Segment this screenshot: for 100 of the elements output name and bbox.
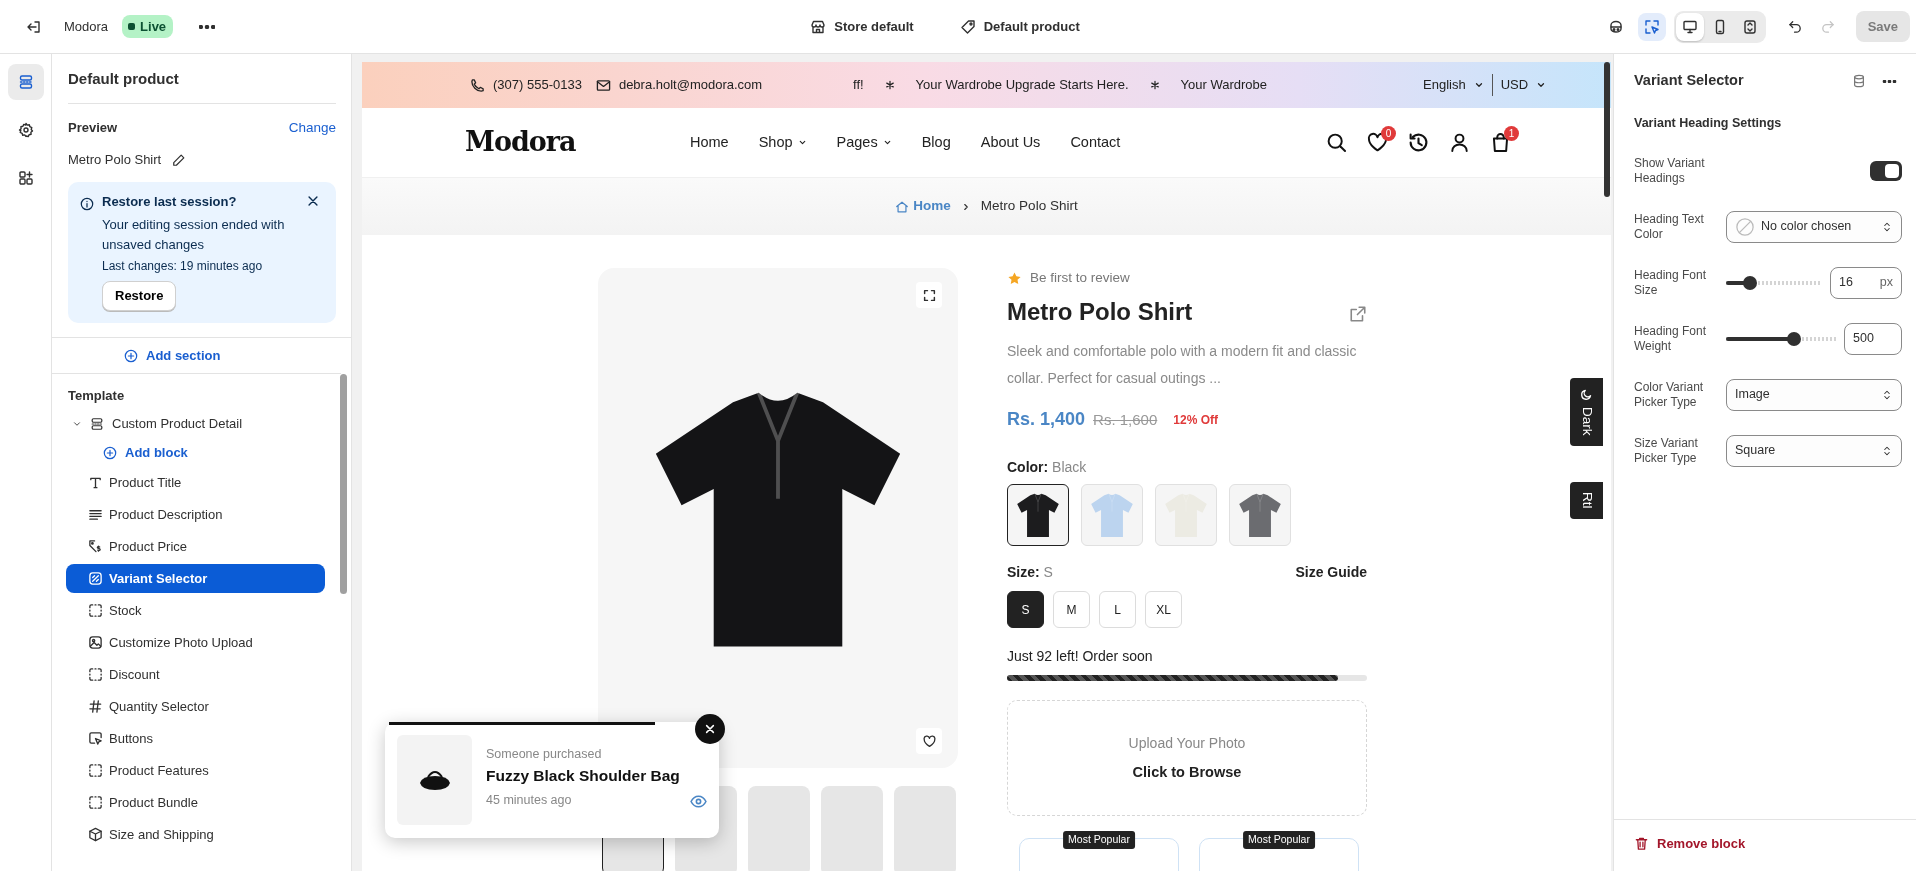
block-item[interactable]: Product Title: [66, 467, 325, 497]
restore-button[interactable]: Restore: [102, 281, 177, 311]
block-item[interactable]: Variant Selector: [66, 563, 325, 593]
block-item[interactable]: Customize Photo Upload: [66, 627, 325, 657]
user-icon[interactable]: [1449, 132, 1470, 153]
chevron-updown-icon: [1881, 220, 1893, 233]
settings-icon: [17, 122, 34, 138]
tag-icon: [959, 18, 976, 35]
add-section-link[interactable]: Add section: [52, 337, 221, 374]
moon-icon: [1580, 388, 1593, 401]
block-item[interactable]: Product Features: [66, 755, 325, 785]
nav-link[interactable]: Blog: [921, 131, 951, 154]
size-option[interactable]: S: [1007, 591, 1044, 629]
currency-select[interactable]: USD: [1500, 75, 1547, 95]
language-select[interactable]: English: [1423, 75, 1484, 95]
nav-link[interactable]: Home: [690, 131, 729, 154]
wishlist-button[interactable]: [916, 728, 942, 754]
nav-link[interactable]: About Us: [980, 131, 1041, 154]
panel-title: Default product: [68, 68, 336, 104]
close-icon: [704, 723, 716, 735]
side-tab[interactable]: Dark: [1570, 378, 1603, 446]
remove-block-link[interactable]: Remove block: [1634, 833, 1746, 853]
toggle-switch[interactable]: [1870, 160, 1902, 181]
chevron-down-icon: [1536, 80, 1547, 90]
inspector-tool-button[interactable]: [1637, 12, 1666, 41]
setting-label: Heading Text Color: [1634, 211, 1705, 242]
desktop-icon: [1681, 18, 1698, 35]
phone-number: (307) 555-0133: [493, 76, 582, 95]
popular-badge: Most Popular: [1243, 831, 1315, 849]
breadcrumb-link[interactable]: Home: [895, 196, 951, 217]
block-item[interactable]: Product Description: [66, 499, 325, 529]
number-field[interactable]: 500: [1844, 322, 1902, 355]
heart-icon[interactable]: [1367, 132, 1388, 153]
block-item[interactable]: Size and Shipping: [66, 819, 325, 849]
slider-track[interactable]: [1726, 330, 1836, 347]
notice-detail: Last changes: 19 minutes ago: [102, 258, 264, 276]
home-icon: [895, 199, 910, 214]
bag-icon[interactable]: [1490, 132, 1511, 153]
block-item[interactable]: Discount: [66, 659, 325, 689]
color-picker[interactable]: No color chosen: [1726, 210, 1902, 243]
section-label: Template: [67, 387, 126, 406]
slider-track[interactable]: [1726, 274, 1822, 291]
color-swatch[interactable]: [1007, 484, 1069, 547]
template-link[interactable]: Default product: [959, 16, 1080, 37]
size-option[interactable]: L: [1099, 591, 1136, 629]
cart-count: 1: [1504, 126, 1519, 141]
no-color-icon: [1735, 216, 1755, 237]
search-icon[interactable]: [1326, 132, 1347, 153]
info-icon: [80, 197, 94, 212]
email-address: debra.holt@modora.com: [618, 76, 763, 95]
change-link[interactable]: Change: [288, 117, 336, 138]
eye-icon[interactable]: [690, 793, 707, 811]
block-item[interactable]: Stock: [66, 595, 325, 625]
nav-link[interactable]: Pages: [836, 131, 892, 154]
setting-label: Heading Font Size: [1634, 267, 1708, 298]
mask-icon: [1607, 18, 1624, 35]
add-block-link[interactable]: Add block: [52, 437, 188, 468]
store-logo: Modora: [465, 125, 577, 160]
bag-drawing: [417, 769, 452, 791]
block-item[interactable]: Buttons: [66, 723, 325, 753]
stock-message: Just 92 left! Order soon: [1007, 647, 1154, 667]
product-price: Rs. 1,400: [1007, 408, 1086, 432]
size-option[interactable]: XL: [1145, 591, 1182, 629]
redo-icon: [1820, 19, 1836, 34]
expand-icon: [922, 288, 936, 302]
number-field[interactable]: 16 px: [1830, 266, 1902, 299]
history-icon[interactable]: [1408, 132, 1429, 153]
setting-label: Show Variant Headings: [1634, 155, 1706, 186]
share-icon[interactable]: [1349, 305, 1367, 324]
notice-title: Restore last session?: [102, 192, 238, 211]
block-item[interactable]: Product Bundle: [66, 787, 325, 817]
scrollbar-thumb[interactable]: [1604, 62, 1610, 197]
variant-icon: [88, 570, 103, 586]
storefront-icon: [810, 18, 827, 35]
pencil-icon: [172, 152, 187, 167]
chevron-updown-icon: [1881, 388, 1893, 401]
size-guide-link[interactable]: Size Guide: [1295, 562, 1367, 584]
nav-link[interactable]: Contact: [1070, 131, 1121, 154]
block-item[interactable]: Quantity Selector: [66, 691, 325, 721]
star-icon: [1007, 270, 1022, 286]
size-option[interactable]: M: [1053, 591, 1090, 629]
fullscreen-icon: [1741, 18, 1758, 35]
template-link[interactable]: Store default: [810, 16, 914, 37]
view-mode-button[interactable]: [1675, 12, 1704, 41]
upload-area[interactable]: Upload Your Photo Click to Browse: [1007, 700, 1367, 817]
nav-link[interactable]: Shop: [758, 131, 807, 154]
scrollbar-thumb[interactable]: [340, 374, 347, 594]
select-field[interactable]: Image: [1726, 378, 1902, 411]
app-name: Modora: [64, 17, 109, 36]
wishlist-count: 0: [1381, 126, 1396, 141]
purchased-product: Fuzzy Black Shoulder Bag: [486, 765, 681, 786]
slider-thumb[interactable]: [1787, 331, 1802, 346]
section-item[interactable]: Custom Product Detail: [52, 409, 351, 438]
expand-button[interactable]: [916, 282, 942, 308]
side-tab[interactable]: Rtl: [1570, 482, 1603, 519]
purchase-time: 45 minutes ago: [486, 792, 572, 810]
block-item[interactable]: Product Price: [66, 531, 325, 561]
slider-thumb[interactable]: [1743, 275, 1757, 290]
select-field[interactable]: Square: [1726, 434, 1902, 467]
product-title: Metro Polo Shirt: [1007, 297, 1193, 328]
